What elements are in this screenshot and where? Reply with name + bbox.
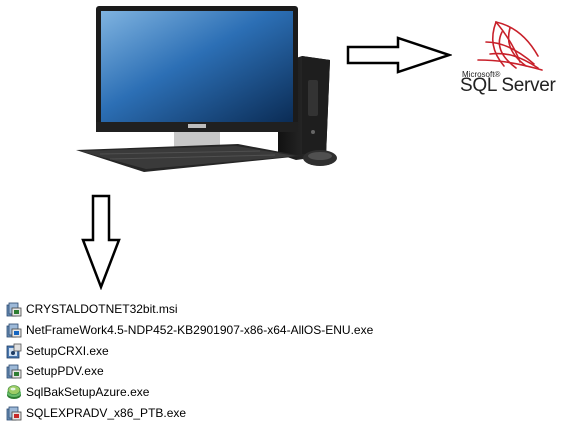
arrow-down-icon — [81, 194, 121, 291]
file-item[interactable]: NetFrameWork4.5-NDP452-KB2901907-x86-x64… — [6, 320, 373, 341]
file-item[interactable]: CRYSTALDOTNET32bit.msi — [6, 299, 373, 320]
file-name: SQLEXPRADV_x86_PTB.exe — [26, 405, 187, 420]
right-arrow — [346, 36, 453, 74]
installer-package-icon — [6, 406, 22, 421]
file-name: CRYSTALDOTNET32bit.msi — [26, 302, 178, 317]
setup-icon — [6, 343, 22, 359]
file-item[interactable]: SqlBakSetupAzure.exe — [6, 382, 373, 403]
green-disc-icon — [7, 385, 21, 400]
desktop-computer-illustration — [70, 4, 350, 184]
file-name: SqlBakSetupAzure.exe — [26, 385, 150, 400]
file-item[interactable]: SetupCRXI.exe — [6, 340, 373, 361]
arrow-right-icon — [346, 36, 453, 74]
installer-file-list: CRYSTALDOTNET32bit.msi NetFrameWork4.5-N… — [6, 299, 373, 423]
sql-server-logo: Microsoft® SQL Server — [456, 16, 556, 96]
down-arrow — [80, 194, 122, 291]
file-item[interactable]: SetupPDV.exe — [6, 361, 373, 382]
computer-icon — [76, 6, 337, 172]
installer-package-icon — [6, 365, 22, 379]
file-item[interactable]: SQLEXPRADV_x86_PTB.exe — [6, 402, 373, 423]
installer-package-icon — [6, 323, 22, 338]
installer-package-icon — [6, 302, 22, 317]
file-name: SetupPDV.exe — [26, 364, 104, 379]
file-name: SetupCRXI.exe — [26, 343, 109, 358]
sql-server-wordmark: SQL Server — [460, 75, 556, 96]
file-name: NetFrameWork4.5-NDP452-KB2901907-x86-x64… — [26, 323, 374, 338]
sql-server-emblem-icon — [477, 21, 543, 71]
